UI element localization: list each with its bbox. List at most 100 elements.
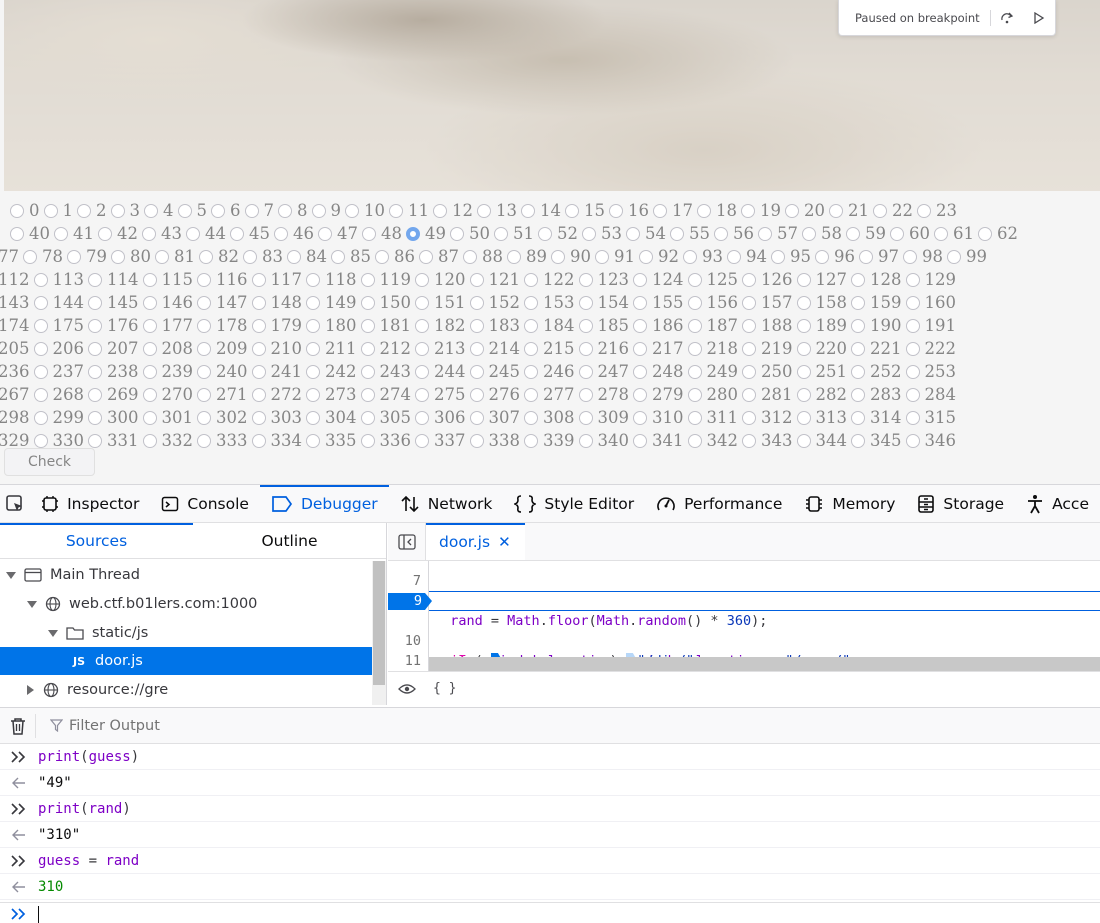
radio-option[interactable]: 22 (869, 199, 913, 222)
radio-option[interactable]: 315 (902, 406, 956, 429)
radio-circle[interactable] (415, 318, 429, 333)
radio-option[interactable]: 301 (139, 406, 193, 429)
radio-option[interactable]: 11 (385, 199, 429, 222)
radio-circle[interactable] (742, 364, 756, 379)
radio-option[interactable]: 151 (411, 291, 466, 314)
radio-option[interactable]: 44 (182, 222, 226, 245)
radio-option[interactable]: 61 (930, 222, 974, 245)
radio-circle[interactable] (687, 387, 702, 402)
radio-option[interactable]: 148 (248, 291, 302, 314)
radio-option[interactable]: 15 (561, 199, 605, 222)
radio-option[interactable]: 310 (629, 406, 684, 429)
tree-node[interactable]: web.ctf.b01lers.com:1000 (0, 590, 372, 618)
radio-circle[interactable] (802, 226, 816, 241)
radio-circle[interactable] (142, 318, 157, 333)
collapse-arrow-icon[interactable] (27, 600, 37, 608)
radio-option[interactable]: 249 (684, 360, 738, 383)
radio-option[interactable]: 273 (302, 383, 357, 406)
radio-option[interactable]: 334 (248, 429, 302, 452)
radio-circle[interactable] (851, 410, 865, 425)
radio-circle[interactable] (33, 387, 48, 402)
radio-option[interactable]: 311 (684, 406, 738, 429)
tree-node[interactable]: Main Thread (0, 561, 372, 589)
radio-option[interactable]: 78 (19, 245, 63, 268)
radio-circle[interactable] (197, 387, 211, 402)
radio-circle[interactable] (714, 226, 728, 241)
radio-option[interactable]: 205 (0, 337, 30, 360)
radio-circle[interactable] (633, 364, 647, 379)
radio-option[interactable]: 299 (30, 406, 84, 429)
radio-option[interactable]: 313 (793, 406, 847, 429)
radio-circle[interactable] (851, 387, 865, 402)
radio-option[interactable]: 185 (575, 314, 629, 337)
close-icon[interactable]: ✕ (498, 533, 511, 551)
radio-circle[interactable] (469, 295, 484, 310)
radio-option[interactable]: 174 (0, 314, 30, 337)
radio-option[interactable]: 122 (520, 268, 575, 291)
radio-option[interactable]: 58 (798, 222, 842, 245)
radio-option[interactable]: 270 (139, 383, 193, 406)
radio-option[interactable]: 144 (30, 291, 84, 314)
radio-circle[interactable] (306, 433, 320, 448)
tree-node[interactable]: static/js (0, 619, 372, 647)
radio-circle[interactable] (524, 318, 538, 333)
radio-circle[interactable] (415, 387, 429, 402)
radio-circle[interactable] (796, 295, 811, 310)
check-button[interactable]: Check (4, 448, 95, 476)
radio-circle[interactable] (670, 226, 684, 241)
radio-circle[interactable] (306, 295, 320, 310)
blackbox-toggle[interactable] (388, 683, 426, 695)
radio-circle[interactable] (851, 364, 865, 379)
radio-circle[interactable] (142, 272, 157, 287)
radio-circle[interactable] (859, 249, 873, 264)
radio-option[interactable]: 216 (575, 337, 629, 360)
radio-circle[interactable] (796, 272, 811, 287)
radio-circle[interactable] (43, 203, 58, 218)
radio-circle[interactable] (406, 226, 420, 241)
radio-circle[interactable] (851, 272, 865, 287)
tab-style-editor[interactable]: Style Editor (503, 485, 645, 522)
radio-circle[interactable] (142, 433, 157, 448)
radio-option[interactable]: 337 (411, 429, 466, 452)
radio-option[interactable]: 154 (575, 291, 629, 314)
radio-option[interactable]: 207 (84, 337, 139, 360)
radio-option[interactable]: 94 (723, 245, 767, 268)
radio-circle[interactable] (905, 387, 920, 402)
radio-option[interactable]: 214 (466, 337, 520, 360)
radio-option[interactable]: 218 (684, 337, 738, 360)
radio-circle[interactable] (88, 295, 102, 310)
radio-option[interactable]: 178 (193, 314, 248, 337)
radio-circle[interactable] (463, 249, 477, 264)
radio-circle[interactable] (687, 318, 702, 333)
radio-circle[interactable] (33, 410, 48, 425)
radio-circle[interactable] (142, 410, 157, 425)
radio-option[interactable]: 237 (30, 360, 84, 383)
radio-circle[interactable] (633, 433, 647, 448)
radio-option[interactable]: 212 (357, 337, 411, 360)
radio-option[interactable]: 179 (248, 314, 302, 337)
radio-circle[interactable] (742, 341, 756, 356)
radio-option[interactable]: 303 (248, 406, 302, 429)
radio-option[interactable]: 118 (302, 268, 357, 291)
radio-option[interactable]: 82 (195, 245, 239, 268)
radio-circle[interactable] (829, 203, 843, 218)
radio-circle[interactable] (306, 387, 320, 402)
radio-option[interactable]: 40 (6, 222, 50, 245)
radio-circle[interactable] (415, 272, 429, 287)
radio-option[interactable]: 187 (684, 314, 738, 337)
radio-circle[interactable] (197, 341, 211, 356)
radio-option[interactable]: 54 (622, 222, 666, 245)
radio-option[interactable]: 46 (270, 222, 314, 245)
radio-option[interactable]: 183 (466, 314, 520, 337)
radio-option[interactable]: 127 (793, 268, 847, 291)
radio-option[interactable]: 121 (466, 268, 520, 291)
radio-circle[interactable] (33, 272, 48, 287)
radio-circle[interactable] (197, 295, 211, 310)
radio-circle[interactable] (687, 295, 702, 310)
radio-option[interactable]: 274 (357, 383, 411, 406)
radio-circle[interactable] (433, 203, 447, 218)
radio-circle[interactable] (524, 272, 538, 287)
radio-circle[interactable] (243, 249, 257, 264)
radio-option[interactable]: 206 (30, 337, 84, 360)
radio-circle[interactable] (785, 203, 799, 218)
